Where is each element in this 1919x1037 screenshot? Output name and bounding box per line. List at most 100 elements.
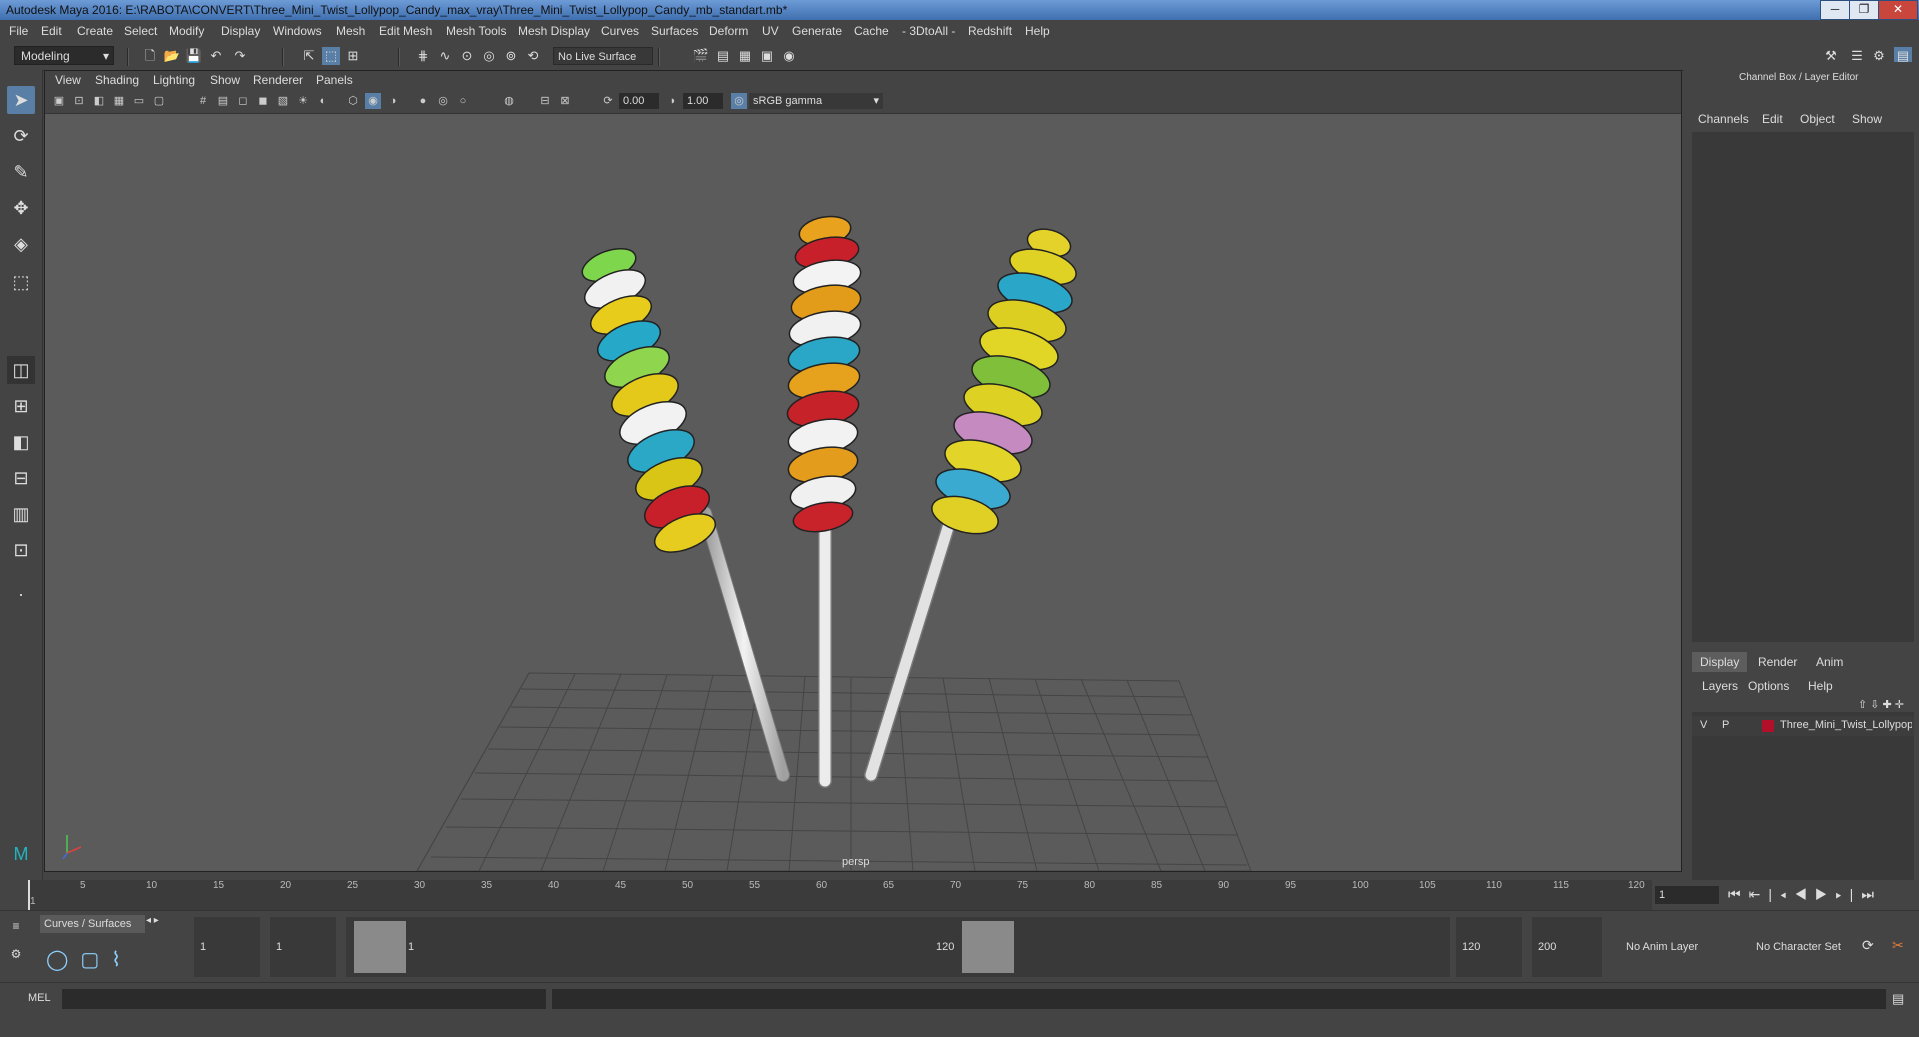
- viewport-panel[interactable]: View Shading Lighting Show Renderer Pane…: [44, 70, 1682, 872]
- layer-menu-layers[interactable]: Layers: [1702, 679, 1738, 693]
- menu-uv[interactable]: UV: [762, 24, 779, 38]
- menu-edit-mesh[interactable]: Edit Mesh: [379, 24, 432, 38]
- tab-render[interactable]: Render: [1750, 652, 1805, 672]
- grid-toggle-icon[interactable]: #: [195, 93, 211, 109]
- tab-anim[interactable]: Anim: [1808, 652, 1851, 672]
- menu-generate[interactable]: Generate: [792, 24, 842, 38]
- bookmark-icon[interactable]: ◧: [91, 93, 107, 109]
- rotate-tool-icon[interactable]: ◈: [7, 230, 35, 258]
- menu-cache[interactable]: Cache: [854, 24, 889, 38]
- menu-file[interactable]: File: [9, 24, 28, 38]
- play-forward-icon[interactable]: ▶: [1815, 886, 1836, 902]
- snap-point-icon[interactable]: ⊙: [458, 47, 476, 65]
- range-start-field[interactable]: 1: [194, 917, 260, 977]
- move-tool-icon[interactable]: ✥: [7, 194, 35, 222]
- playback-end-field[interactable]: 120: [1456, 917, 1522, 977]
- layer-color-swatch[interactable]: [1762, 720, 1774, 732]
- restore-button[interactable]: ❐: [1849, 0, 1879, 20]
- resolution-gate-icon[interactable]: ▢: [151, 93, 167, 109]
- menu-mesh[interactable]: Mesh: [336, 24, 365, 38]
- persp-outliner-icon[interactable]: ◧: [7, 428, 35, 456]
- color-management-icon[interactable]: ◎: [731, 93, 747, 109]
- snap-grid-icon[interactable]: ⋕: [414, 47, 432, 65]
- depth-of-field-icon[interactable]: ◍: [501, 93, 517, 109]
- select-component-icon[interactable]: ⊞: [344, 47, 362, 65]
- make-live-icon[interactable]: ⟲: [524, 47, 542, 65]
- wireframe-on-shaded-icon[interactable]: ⬡: [345, 93, 361, 109]
- shelf-tab-controls[interactable]: ≡ ⚙: [6, 919, 26, 979]
- outliner-layout-icon[interactable]: ▥: [7, 500, 35, 528]
- go-to-start-icon[interactable]: ⏮: [1728, 886, 1749, 902]
- character-set-dropdown[interactable]: No Character Set: [1750, 917, 1880, 977]
- new-scene-icon[interactable]: 🗋: [141, 47, 159, 65]
- channel-box-area[interactable]: [1692, 132, 1914, 642]
- select-hierarchy-icon[interactable]: ⇱: [300, 47, 318, 65]
- script-editor-icon[interactable]: ▤: [1892, 991, 1904, 1007]
- minimize-button[interactable]: ─: [1820, 0, 1850, 20]
- playback-start-field[interactable]: 1: [270, 917, 336, 977]
- color-space-dropdown[interactable]: sRGB gamma ▾: [749, 93, 883, 109]
- hypershade-icon[interactable]: ◉: [780, 47, 798, 65]
- nurbs-square-icon[interactable]: ▢: [80, 949, 111, 971]
- image-plane-icon[interactable]: ▦: [111, 93, 127, 109]
- persp-graph-icon[interactable]: ⊟: [7, 464, 35, 492]
- playback-controls[interactable]: ⏮⇤|◂◀▶▸|⏭: [1728, 886, 1882, 903]
- viewport-menu-show[interactable]: Show: [210, 73, 240, 87]
- redo-icon[interactable]: ↷: [231, 47, 249, 65]
- camera-lock-icon[interactable]: ⊡: [71, 93, 87, 109]
- menu-curves[interactable]: Curves: [601, 24, 639, 38]
- motion-blur-icon[interactable]: ◎: [435, 93, 451, 109]
- step-back-key-icon[interactable]: |◂: [1768, 886, 1794, 902]
- layer-visibility-toggle[interactable]: V: [1700, 719, 1707, 731]
- current-frame-field[interactable]: 1: [1655, 886, 1719, 904]
- viewport-menu-shading[interactable]: Shading: [95, 73, 139, 87]
- select-tool-icon[interactable]: ➤: [7, 86, 35, 114]
- paint-select-tool-icon[interactable]: ✎: [7, 158, 35, 186]
- undo-icon[interactable]: ↶: [207, 47, 225, 65]
- auto-key-icon[interactable]: ⟳: [1862, 937, 1874, 954]
- render-view-icon[interactable]: ▤: [714, 47, 732, 65]
- move-layer-up-icon[interactable]: ⇧: [1858, 699, 1867, 711]
- layer-menu-help[interactable]: Help: [1808, 679, 1833, 693]
- time-slider-track[interactable]: 1 5 10 15 20 25 30 35 40 45 50 55 60 65 …: [28, 880, 1652, 910]
- gamma-icon[interactable]: ◗: [665, 93, 681, 109]
- menu-3dtoall[interactable]: - 3DtoAll -: [902, 24, 955, 38]
- hud-icon[interactable]: ⊟: [537, 93, 553, 109]
- layer-playback-toggle[interactable]: P: [1722, 719, 1729, 731]
- menu-windows[interactable]: Windows: [273, 24, 322, 38]
- channel-box-menu-object[interactable]: Object: [1800, 112, 1835, 126]
- preferences-icon[interactable]: ✂: [1892, 937, 1904, 954]
- four-view-icon[interactable]: ⊞: [7, 392, 35, 420]
- shelf-tab-arrows[interactable]: ◂ ▸: [146, 915, 159, 926]
- step-back-icon[interactable]: ⇤: [1749, 886, 1769, 902]
- anim-layer-dropdown[interactable]: No Anim Layer: [1620, 917, 1740, 977]
- menu-surfaces[interactable]: Surfaces: [651, 24, 698, 38]
- snap-view-icon[interactable]: ◎: [480, 47, 498, 65]
- menu-mesh-display[interactable]: Mesh Display: [518, 24, 590, 38]
- open-scene-icon[interactable]: 📂: [163, 47, 181, 65]
- menu-help[interactable]: Help: [1025, 24, 1050, 38]
- range-slider-start-handle[interactable]: [354, 921, 406, 973]
- menu-set-dropdown[interactable]: Modeling ▾: [14, 46, 114, 65]
- textured-icon[interactable]: ▧: [275, 93, 291, 109]
- viewport-menu-renderer[interactable]: Renderer: [253, 73, 303, 87]
- time-slider[interactable]: 1 5 10 15 20 25 30 35 40 45 50 55 60 65 …: [0, 880, 1919, 910]
- menu-edit[interactable]: Edit: [41, 24, 62, 38]
- cv-curve-icon[interactable]: ⌇: [111, 949, 133, 971]
- camera-icon[interactable]: ▣: [51, 93, 67, 109]
- channel-box-menu-show[interactable]: Show: [1852, 112, 1882, 126]
- scene-view[interactable]: [45, 113, 1681, 871]
- close-button[interactable]: ✕: [1878, 0, 1918, 20]
- scale-tool-icon[interactable]: ⬚: [7, 268, 35, 296]
- layer-row[interactable]: V P Three_Mini_Twist_Lollypop_Candy: [1692, 716, 1914, 736]
- go-to-end-icon[interactable]: ⏭: [1861, 886, 1882, 902]
- new-layer-selected-icon[interactable]: ✛: [1895, 699, 1904, 711]
- safe-action-icon[interactable]: ▤: [215, 93, 231, 109]
- shelf-settings-icon[interactable]: ⚙: [11, 947, 22, 961]
- anti-alias-icon[interactable]: ○: [455, 93, 471, 109]
- tab-display[interactable]: Display: [1692, 652, 1748, 672]
- single-view-icon[interactable]: ◫: [7, 356, 35, 384]
- layer-menu-options[interactable]: Options: [1748, 679, 1789, 693]
- snap-curve-icon[interactable]: ∿: [436, 47, 454, 65]
- gamma-field[interactable]: 1.00: [683, 93, 723, 109]
